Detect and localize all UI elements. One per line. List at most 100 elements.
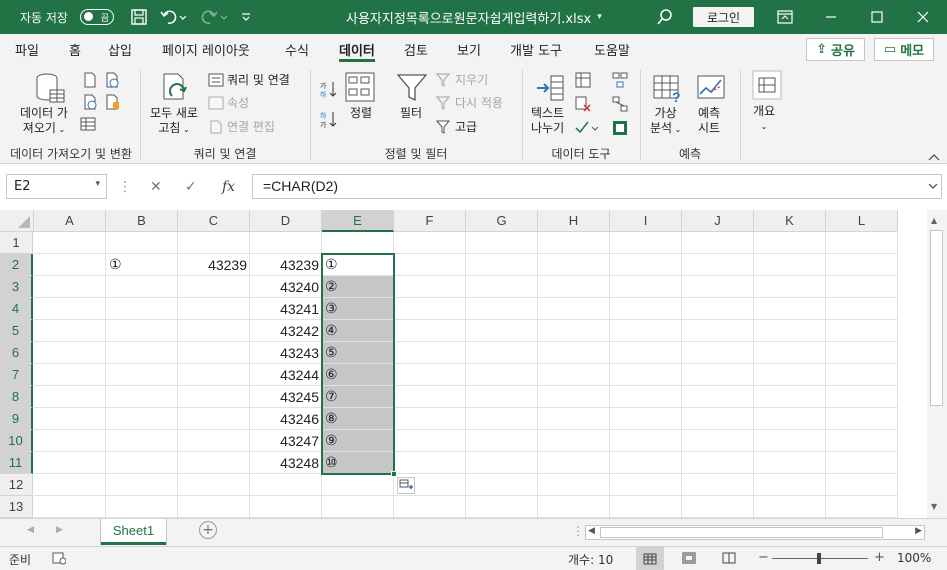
- cell-a11[interactable]: [34, 452, 106, 474]
- autosave-toggle[interactable]: 끔: [80, 0, 114, 34]
- relationships-icon[interactable]: [612, 96, 628, 115]
- cell-k12[interactable]: [754, 474, 826, 496]
- outline-icon[interactable]: [752, 70, 782, 103]
- advanced-button[interactable]: 고급: [455, 120, 477, 135]
- cell-b5[interactable]: [106, 320, 178, 342]
- cell-k9[interactable]: [754, 408, 826, 430]
- scroll-left-icon[interactable]: ◀: [588, 526, 595, 536]
- column-header-e[interactable]: E: [322, 210, 394, 232]
- cell-k1[interactable]: [754, 232, 826, 254]
- cell-b13[interactable]: [106, 496, 178, 518]
- cell-c13[interactable]: [178, 496, 250, 518]
- cell-b10[interactable]: [106, 430, 178, 452]
- cell-f11[interactable]: [394, 452, 466, 474]
- cell-h6[interactable]: [538, 342, 610, 364]
- row-header-4[interactable]: 4: [0, 298, 33, 320]
- cell-b11[interactable]: [106, 452, 178, 474]
- tab-home[interactable]: 홈: [69, 34, 81, 64]
- cell-e8[interactable]: ⑦: [322, 386, 394, 408]
- row-header-10[interactable]: 10: [0, 430, 33, 452]
- comments-button[interactable]: ▭ 메모: [874, 38, 934, 61]
- data-validation-icon[interactable]: [575, 120, 599, 139]
- cell-d1[interactable]: [250, 232, 322, 254]
- cell-g7[interactable]: [466, 364, 538, 386]
- tab-developer[interactable]: 개발 도구: [510, 34, 562, 64]
- cell-a13[interactable]: [34, 496, 106, 518]
- cell-l7[interactable]: [826, 364, 898, 386]
- worksheet-grid[interactable]: A B C D E F G H I J K L 1 2 ① 43239 43239 ① 3 43240 ② 4 43241 ③…: [0, 210, 927, 518]
- cell-b4[interactable]: [106, 298, 178, 320]
- cell-a5[interactable]: [34, 320, 106, 342]
- tab-insert[interactable]: 삽입: [108, 34, 132, 64]
- consolidate-icon[interactable]: [612, 72, 628, 91]
- cell-d4[interactable]: 43241: [250, 298, 322, 320]
- forecast-sheet-icon[interactable]: [696, 72, 728, 107]
- cell-a3[interactable]: [34, 276, 106, 298]
- cell-i1[interactable]: [610, 232, 682, 254]
- cell-g4[interactable]: [466, 298, 538, 320]
- filter-icon[interactable]: [396, 72, 428, 107]
- refresh-all-icon[interactable]: [160, 72, 192, 107]
- cell-b12[interactable]: [106, 474, 178, 496]
- cell-i9[interactable]: [610, 408, 682, 430]
- cell-k13[interactable]: [754, 496, 826, 518]
- minimize-icon[interactable]: [825, 0, 837, 34]
- data-model-icon[interactable]: [612, 120, 628, 139]
- recent-sources-icon[interactable]: [104, 94, 120, 113]
- cell-j9[interactable]: [682, 408, 754, 430]
- cell-h1[interactable]: [538, 232, 610, 254]
- cell-i2[interactable]: [610, 254, 682, 276]
- cell-i13[interactable]: [610, 496, 682, 518]
- cell-l8[interactable]: [826, 386, 898, 408]
- column-header-c[interactable]: C: [178, 210, 250, 232]
- cell-i8[interactable]: [610, 386, 682, 408]
- cell-e2[interactable]: ①: [322, 254, 394, 276]
- sheet-tab-sheet1[interactable]: Sheet1: [101, 519, 166, 545]
- cell-h2[interactable]: [538, 254, 610, 276]
- cell-j12[interactable]: [682, 474, 754, 496]
- cell-e13[interactable]: [322, 496, 394, 518]
- cell-a6[interactable]: [34, 342, 106, 364]
- cell-j11[interactable]: [682, 452, 754, 474]
- cell-g9[interactable]: [466, 408, 538, 430]
- cell-j3[interactable]: [682, 276, 754, 298]
- cell-g5[interactable]: [466, 320, 538, 342]
- existing-connections-icon[interactable]: [80, 116, 96, 135]
- row-header-1[interactable]: 1: [0, 232, 33, 254]
- add-sheet-icon[interactable]: +: [199, 521, 217, 539]
- select-all-button[interactable]: [0, 210, 34, 232]
- cell-k5[interactable]: [754, 320, 826, 342]
- horizontal-scrollbar[interactable]: ◀ ▶: [585, 525, 925, 540]
- cell-g3[interactable]: [466, 276, 538, 298]
- row-header-6[interactable]: 6: [0, 342, 33, 364]
- cell-i11[interactable]: [610, 452, 682, 474]
- cell-k10[interactable]: [754, 430, 826, 452]
- cell-i6[interactable]: [610, 342, 682, 364]
- cell-h4[interactable]: [538, 298, 610, 320]
- get-data-icon[interactable]: [34, 72, 66, 107]
- scroll-up-icon[interactable]: ▲: [931, 216, 937, 225]
- cell-b7[interactable]: [106, 364, 178, 386]
- from-text-icon[interactable]: [82, 72, 98, 91]
- cell-h12[interactable]: [538, 474, 610, 496]
- cell-c10[interactable]: [178, 430, 250, 452]
- cell-e1[interactable]: [322, 232, 394, 254]
- cell-c7[interactable]: [178, 364, 250, 386]
- cell-g8[interactable]: [466, 386, 538, 408]
- scroll-right-icon[interactable]: ▶: [915, 526, 922, 536]
- cell-l1[interactable]: [826, 232, 898, 254]
- cell-l11[interactable]: [826, 452, 898, 474]
- cell-k3[interactable]: [754, 276, 826, 298]
- cell-b6[interactable]: [106, 342, 178, 364]
- customize-toolbar-icon[interactable]: [240, 0, 252, 34]
- row-header-8[interactable]: 8: [0, 386, 33, 408]
- text-to-columns-button[interactable]: 텍스트 나누기: [531, 106, 564, 136]
- page-break-view-icon[interactable]: [722, 552, 736, 567]
- cell-h10[interactable]: [538, 430, 610, 452]
- sort-descending-icon[interactable]: 하가: [320, 110, 338, 131]
- cell-j6[interactable]: [682, 342, 754, 364]
- cell-i10[interactable]: [610, 430, 682, 452]
- formula-input[interactable]: =CHAR(D2): [252, 174, 942, 199]
- advanced-filter-icon[interactable]: [435, 120, 452, 137]
- cell-a8[interactable]: [34, 386, 106, 408]
